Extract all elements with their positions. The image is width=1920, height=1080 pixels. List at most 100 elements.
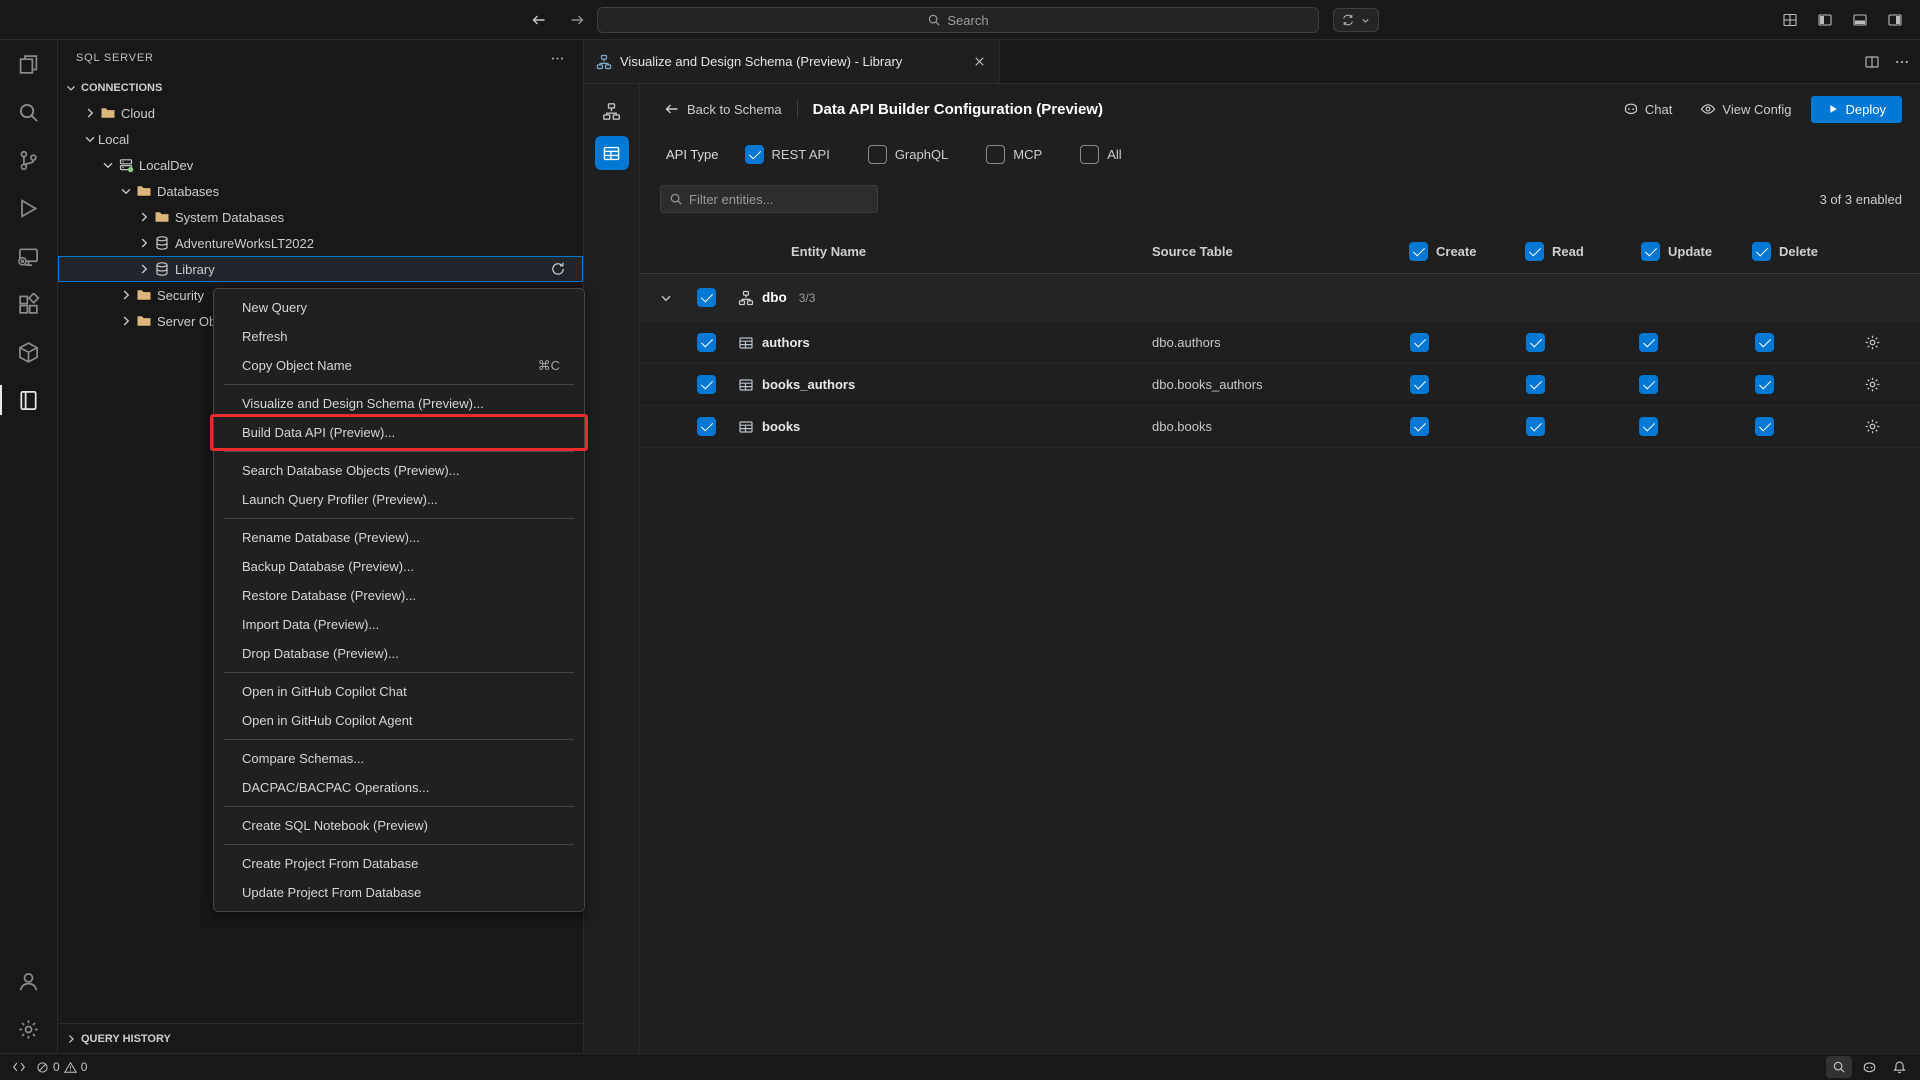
section-query-history[interactable]: QUERY HISTORY [58,1023,583,1053]
remote-explorer-icon[interactable] [0,232,57,280]
problems-indicator[interactable]: 0 0 [36,1060,87,1074]
delete-checkbox[interactable] [1755,417,1774,436]
filter-entities-field[interactable] [689,192,869,207]
forward-icon[interactable] [564,7,590,33]
read-checkbox[interactable] [1526,375,1545,394]
menu-item-drop-database[interactable]: Drop Database (Preview)... [214,639,584,668]
copilot-icon[interactable] [1856,1056,1882,1078]
workflow-button[interactable] [1333,8,1379,32]
tree-item-local[interactable]: Local [58,126,583,152]
settings-gear-icon[interactable] [0,1005,57,1053]
checkbox-unchecked[interactable] [868,145,887,164]
row-checkbox[interactable] [697,333,716,352]
read-checkbox[interactable] [1526,333,1545,352]
menu-item-compare-schemas[interactable]: Compare Schemas... [214,744,584,773]
menu-item-create-project-from-database[interactable]: Create Project From Database [214,849,584,878]
toggle-sidebar-icon[interactable] [1812,7,1838,33]
schema-group-row-dbo[interactable]: dbo 3/3 [640,274,1920,322]
tree-item-localdev[interactable]: LocalDev [58,152,583,178]
menu-item-copy-object-name[interactable]: Copy Object Name⌘C [214,351,584,380]
section-connections[interactable]: CONNECTIONS [58,76,583,100]
sql-server-view-icon[interactable] [0,376,57,424]
menu-item-open-copilot-agent[interactable]: Open in GitHub Copilot Agent [214,706,584,735]
menu-item-refresh[interactable]: Refresh [214,322,584,351]
sidebar-more-actions-icon[interactable] [550,51,565,66]
menu-item-new-query[interactable]: New Query [214,293,584,322]
chevron-down-icon[interactable] [648,290,684,306]
entity-row-authors[interactable]: authors dbo.authors [640,322,1920,364]
row-checkbox[interactable] [697,417,716,436]
tree-item-adventureworks[interactable]: AdventureWorksLT2022 [58,230,583,256]
account-icon[interactable] [0,957,57,1005]
split-editor-icon[interactable] [1864,54,1880,70]
zoom-icon[interactable] [1826,1056,1852,1078]
menu-item-update-project-from-database[interactable]: Update Project From Database [214,878,584,907]
tree-item-system-databases[interactable]: System Databases [58,204,583,230]
row-settings-gear-icon[interactable] [1824,376,1920,393]
create-checkbox[interactable] [1410,417,1429,436]
menu-item-import-data[interactable]: Import Data (Preview)... [214,610,584,639]
api-option-graphql[interactable]: GraphQL [868,145,948,164]
database-projects-icon[interactable] [0,328,57,376]
back-to-schema-button[interactable]: Back to Schema [664,101,782,117]
row-settings-gear-icon[interactable] [1824,334,1920,351]
read-checkbox[interactable] [1526,417,1545,436]
menu-item-create-sql-notebook[interactable]: Create SQL Notebook (Preview) [214,811,584,840]
filter-entities-input[interactable] [660,185,878,213]
delete-checkbox[interactable] [1755,375,1774,394]
checkbox-unchecked[interactable] [986,145,1005,164]
back-icon[interactable] [526,7,552,33]
extensions-icon[interactable] [0,280,57,328]
close-icon[interactable] [972,54,987,69]
entity-row-books-authors[interactable]: books_authors dbo.books_authors [640,364,1920,406]
menu-item-build-data-api[interactable]: Build Data API (Preview)... [214,418,584,447]
menu-item-rename-database[interactable]: Rename Database (Preview)... [214,523,584,552]
update-checkbox[interactable] [1639,375,1658,394]
row-settings-gear-icon[interactable] [1824,418,1920,435]
source-control-icon[interactable] [0,136,57,184]
entity-row-books[interactable]: books dbo.books [640,406,1920,448]
remote-indicator-icon[interactable] [12,1060,26,1074]
menu-item-restore-database[interactable]: Restore Database (Preview)... [214,581,584,610]
row-checkbox[interactable] [697,375,716,394]
search-input[interactable]: Search [597,7,1319,33]
toggle-panel-icon[interactable] [1847,7,1873,33]
more-actions-icon[interactable] [1894,54,1910,70]
explorer-icon[interactable] [0,40,57,88]
api-option-mcp[interactable]: MCP [986,145,1042,164]
menu-item-launch-query-profiler[interactable]: Launch Query Profiler (Preview)... [214,485,584,514]
run-debug-icon[interactable] [0,184,57,232]
create-checkbox[interactable] [1410,333,1429,352]
create-checkbox[interactable] [1410,375,1429,394]
search-view-icon[interactable] [0,88,57,136]
deploy-button[interactable]: Deploy [1811,96,1902,123]
api-option-rest[interactable]: REST API [745,145,830,164]
menu-item-backup-database[interactable]: Backup Database (Preview)... [214,552,584,581]
chat-button[interactable]: Chat [1614,97,1681,121]
menu-item-search-database-objects[interactable]: Search Database Objects (Preview)... [214,456,584,485]
update-checkbox[interactable] [1639,333,1658,352]
customize-layout-icon[interactable] [1777,7,1803,33]
select-all-read-checkbox[interactable] [1525,242,1544,261]
menu-item-open-copilot-chat[interactable]: Open in GitHub Copilot Chat [214,677,584,706]
tree-item-cloud[interactable]: Cloud [58,100,583,126]
select-all-delete-checkbox[interactable] [1752,242,1771,261]
group-checkbox[interactable] [697,288,716,307]
tree-item-library[interactable]: Library [58,256,583,282]
schema-designer-view-button[interactable] [595,94,629,128]
tab-visualize-schema[interactable]: Visualize and Design Schema (Preview) - … [584,40,1000,83]
toggle-secondary-sidebar-icon[interactable] [1882,7,1908,33]
select-all-create-checkbox[interactable] [1409,242,1428,261]
checkbox-unchecked[interactable] [1080,145,1099,164]
data-api-builder-view-button[interactable] [595,136,629,170]
notifications-bell-icon[interactable] [1886,1056,1912,1078]
update-checkbox[interactable] [1639,417,1658,436]
menu-item-visualize-design-schema[interactable]: Visualize and Design Schema (Preview)... [214,389,584,418]
menu-item-dacpac-bacpac[interactable]: DACPAC/BACPAC Operations... [214,773,584,802]
api-option-all[interactable]: All [1080,145,1121,164]
refresh-icon[interactable] [550,261,566,277]
select-all-update-checkbox[interactable] [1641,242,1660,261]
delete-checkbox[interactable] [1755,333,1774,352]
view-config-button[interactable]: View Config [1691,97,1800,121]
checkbox-checked[interactable] [745,145,764,164]
